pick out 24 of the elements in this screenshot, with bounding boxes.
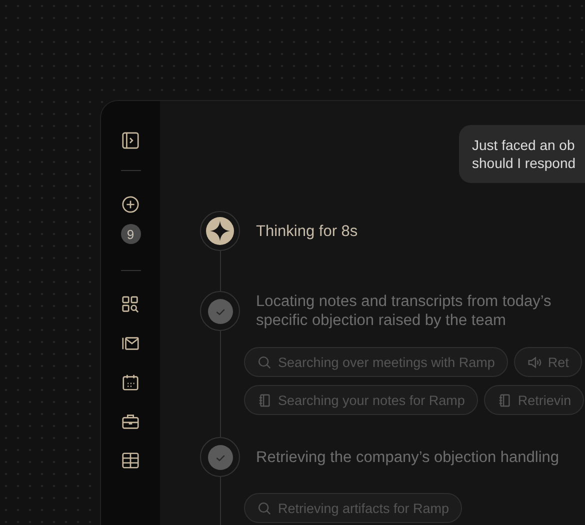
step-text: Thinking for 8s bbox=[256, 222, 359, 240]
table-icon[interactable] bbox=[121, 451, 140, 470]
sidebar-toggle-icon[interactable] bbox=[121, 131, 140, 150]
calendar-icon[interactable] bbox=[121, 373, 140, 392]
search-icon bbox=[257, 500, 272, 516]
message-text: should I respond bbox=[472, 154, 577, 172]
activity-chip: Ret bbox=[514, 347, 582, 377]
briefcase-icon[interactable] bbox=[121, 412, 140, 431]
speaker-icon bbox=[526, 354, 542, 370]
new-chat-icon[interactable] bbox=[121, 195, 140, 214]
message-text: Just faced an ob bbox=[472, 136, 576, 154]
activity-chip: Retrievin bbox=[484, 385, 584, 415]
step-text: Retrieving the company’s objection handling bbox=[256, 448, 560, 466]
count-badge: 9 bbox=[120, 224, 140, 244]
activity-chip: Searching over meetings with Ramp bbox=[244, 347, 508, 377]
activity-chip: Searching your notes for Ramp bbox=[244, 385, 478, 415]
notebook-icon bbox=[496, 392, 512, 408]
mail-icon[interactable] bbox=[121, 334, 140, 353]
activity-chip: Retrieving artifacts for Ramp bbox=[244, 493, 462, 523]
notebook-icon bbox=[257, 392, 272, 408]
grid-search-icon[interactable] bbox=[121, 295, 140, 314]
search-icon bbox=[257, 354, 272, 370]
step-text: specific objection raised by the team bbox=[256, 311, 507, 330]
step-text: Locating notes and transcripts from today’s bbox=[256, 292, 552, 311]
